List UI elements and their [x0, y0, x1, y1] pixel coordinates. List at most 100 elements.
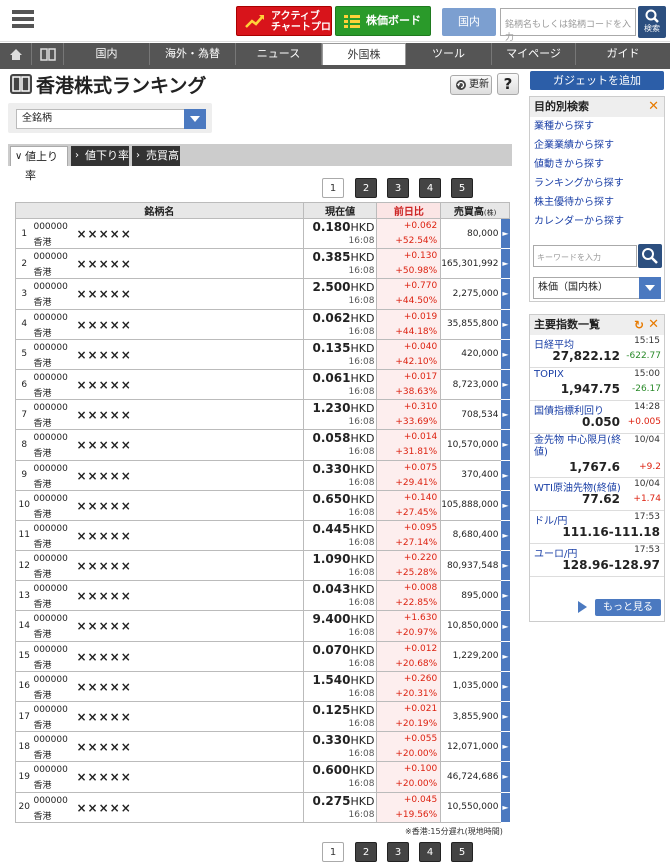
- stock-name-cell[interactable]: 000000 香港 ×××××: [32, 309, 304, 340]
- stock-name[interactable]: ×××××: [76, 227, 131, 241]
- stock-name[interactable]: ×××××: [76, 408, 131, 422]
- book-nav[interactable]: [32, 43, 64, 65]
- close-icon[interactable]: ✕: [648, 97, 659, 117]
- tab-price-gainers[interactable]: ∨ 値上り率: [10, 146, 68, 182]
- table-row[interactable]: 10 000000 香港 ××××× 0.650HKD 16:08 +0.140 +27.45…: [15, 490, 510, 521]
- stock-name-cell[interactable]: 000000 香港 ×××××: [32, 460, 304, 491]
- stock-name[interactable]: ×××××: [76, 348, 131, 362]
- active-chart-pro-button[interactable]: アクティブ チャートプロ: [236, 6, 332, 36]
- domestic-button[interactable]: 国内: [442, 8, 496, 36]
- stock-name[interactable]: ×××××: [76, 770, 131, 784]
- stock-name-cell[interactable]: 000000 香港 ×××××: [32, 701, 304, 733]
- tab-price-losers[interactable]: › 値下り率: [71, 146, 129, 166]
- chevron-right-icon[interactable]: ►: [501, 641, 510, 672]
- home-nav[interactable]: [0, 43, 32, 65]
- chevron-right-icon[interactable]: ►: [501, 580, 510, 612]
- nav-mypage[interactable]: マイページ: [492, 43, 576, 65]
- stock-name-cell[interactable]: 000000 香港 ×××××: [32, 248, 304, 280]
- keyword-input[interactable]: キーワードを入力: [533, 245, 637, 267]
- stock-name[interactable]: ×××××: [76, 801, 131, 815]
- stock-name[interactable]: ×××××: [76, 257, 131, 271]
- table-row[interactable]: 15 000000 香港 ××××× 0.070HKD 16:08 +0.012 +20.68…: [15, 641, 510, 672]
- table-row[interactable]: 17 000000 香港 ××××× 0.125HKD 16:08 +0.021 +20.19…: [15, 701, 510, 733]
- stock-name[interactable]: ×××××: [76, 499, 131, 513]
- stock-name-cell[interactable]: 000000 香港 ×××××: [32, 278, 304, 310]
- stock-name[interactable]: ×××××: [76, 378, 131, 392]
- stock-name-cell[interactable]: 000000 香港 ×××××: [32, 641, 304, 672]
- nav-domestic[interactable]: 国内: [64, 43, 150, 65]
- stock-name[interactable]: ×××××: [76, 740, 131, 754]
- page-4-button[interactable]: 4: [419, 178, 441, 198]
- chevron-right-icon[interactable]: ►: [501, 278, 510, 310]
- index-name[interactable]: 金先物 中心限月(終値): [534, 435, 624, 459]
- stock-name[interactable]: ×××××: [76, 710, 131, 724]
- chevron-right-icon[interactable]: ►: [501, 792, 510, 823]
- chevron-right-icon[interactable]: ►: [501, 610, 510, 642]
- chevron-right-icon[interactable]: ►: [501, 399, 510, 431]
- stock-name[interactable]: ×××××: [76, 469, 131, 483]
- close-icon[interactable]: ✕: [648, 315, 659, 335]
- index-item[interactable]: ドル/円 17:53 111.16-111.18: [530, 511, 664, 544]
- nav-guide[interactable]: ガイド: [576, 43, 670, 65]
- chevron-right-icon[interactable]: ►: [501, 309, 510, 340]
- search-button[interactable]: 検索: [638, 6, 666, 38]
- index-item[interactable]: WTI原油先物(終値) 10/04 77.62 +1.74: [530, 478, 664, 511]
- tab-volume[interactable]: › 売買高: [132, 146, 180, 166]
- index-item[interactable]: 日経平均 15:15 27,822.12 -622.77: [530, 335, 664, 368]
- keyword-search-button[interactable]: [638, 244, 662, 268]
- table-row[interactable]: 2 000000 香港 ××××× 0.385HKD 16:08 +0.130 +50.98%…: [15, 248, 510, 280]
- chevron-right-icon[interactable]: ►: [501, 550, 510, 582]
- chevron-right-icon[interactable]: ►: [501, 369, 510, 401]
- index-name[interactable]: TOPIX: [534, 369, 564, 380]
- table-row[interactable]: 9 000000 香港 ××××× 0.330HKD 16:08 +0.075 +29.41%…: [15, 460, 510, 491]
- chevron-right-icon[interactable]: ►: [501, 671, 510, 703]
- page-5-button[interactable]: 5: [451, 178, 473, 198]
- purpose-search-link[interactable]: 業種から探す: [530, 117, 664, 136]
- nav-tools[interactable]: ツール: [406, 43, 492, 65]
- page-2-button[interactable]: 2: [355, 842, 377, 862]
- stock-name-cell[interactable]: 000000 香港 ×××××: [32, 218, 304, 250]
- index-item[interactable]: 国債指標利回り 14:28 0.050 +0.005: [530, 401, 664, 434]
- nav-overseas-fx[interactable]: 海外・為替: [150, 43, 236, 65]
- stock-name[interactable]: ×××××: [76, 619, 131, 633]
- table-row[interactable]: 4 000000 香港 ××××× 0.062HKD 16:08 +0.019 +44.18%…: [15, 309, 510, 340]
- table-row[interactable]: 1 000000 香港 ××××× 0.180HKD 16:08 +0.062 +52.54%…: [15, 218, 510, 250]
- refresh-button[interactable]: 更新: [450, 75, 492, 95]
- stock-name[interactable]: ×××××: [76, 559, 131, 573]
- stock-name-cell[interactable]: 000000 香港 ×××××: [32, 580, 304, 612]
- chevron-right-icon[interactable]: ►: [501, 761, 510, 793]
- stock-name-cell[interactable]: 000000 香港 ×××××: [32, 792, 304, 823]
- stock-name[interactable]: ×××××: [76, 529, 131, 543]
- table-row[interactable]: 5 000000 香港 ××××× 0.135HKD 16:08 +0.040 +42.10%…: [15, 339, 510, 370]
- chevron-right-icon[interactable]: ►: [501, 520, 510, 552]
- stock-name-cell[interactable]: 000000 香港 ×××××: [32, 369, 304, 401]
- table-row[interactable]: 11 000000 香港 ××××× 0.445HKD 16:08 +0.095 +27.14…: [15, 520, 510, 552]
- table-row[interactable]: 16 000000 香港 ××××× 1.540HKD 16:08 +0.260 +20.31…: [15, 671, 510, 703]
- search-category-select[interactable]: 株価（国内株）: [533, 277, 661, 299]
- table-row[interactable]: 6 000000 香港 ××××× 0.061HKD 16:08 +0.017 +38.63%…: [15, 369, 510, 401]
- nav-foreign-stocks[interactable]: 外国株: [322, 43, 406, 65]
- chevron-right-icon[interactable]: ►: [501, 429, 510, 461]
- stock-name[interactable]: ×××××: [76, 680, 131, 694]
- stock-name[interactable]: ×××××: [76, 589, 131, 603]
- stock-filter-select[interactable]: 全銘柄: [16, 109, 206, 129]
- page-4-button[interactable]: 4: [419, 842, 441, 862]
- table-row[interactable]: 3 000000 香港 ××××× 2.500HKD 16:08 +0.770 +44.50%…: [15, 278, 510, 310]
- page-3-button[interactable]: 3: [387, 178, 409, 198]
- page-3-button[interactable]: 3: [387, 842, 409, 862]
- table-row[interactable]: 18 000000 香港 ××××× 0.330HKD 16:08 +0.055 +20.00…: [15, 731, 510, 763]
- purpose-search-link[interactable]: カレンダーから探す: [530, 212, 664, 231]
- help-button[interactable]: ?: [497, 73, 519, 95]
- page-1-button[interactable]: 1: [322, 178, 344, 198]
- table-row[interactable]: 12 000000 香港 ××××× 1.090HKD 16:08 +0.220 +25.28…: [15, 550, 510, 582]
- chevron-right-icon[interactable]: ►: [501, 460, 510, 491]
- nav-news[interactable]: ニュース: [236, 43, 322, 65]
- chevron-right-icon[interactable]: ►: [501, 490, 510, 521]
- add-gadget-button[interactable]: ガジェットを追加: [530, 71, 664, 90]
- table-row[interactable]: 14 000000 香港 ××××× 9.400HKD 16:08 +1.630 +20.97…: [15, 610, 510, 642]
- chevron-right-icon[interactable]: ►: [501, 248, 510, 280]
- stock-name-cell[interactable]: 000000 香港 ×××××: [32, 550, 304, 582]
- stock-name-cell[interactable]: 000000 香港 ×××××: [32, 520, 304, 552]
- stock-name-cell[interactable]: 000000 香港 ×××××: [32, 610, 304, 642]
- page-2-button[interactable]: 2: [355, 178, 377, 198]
